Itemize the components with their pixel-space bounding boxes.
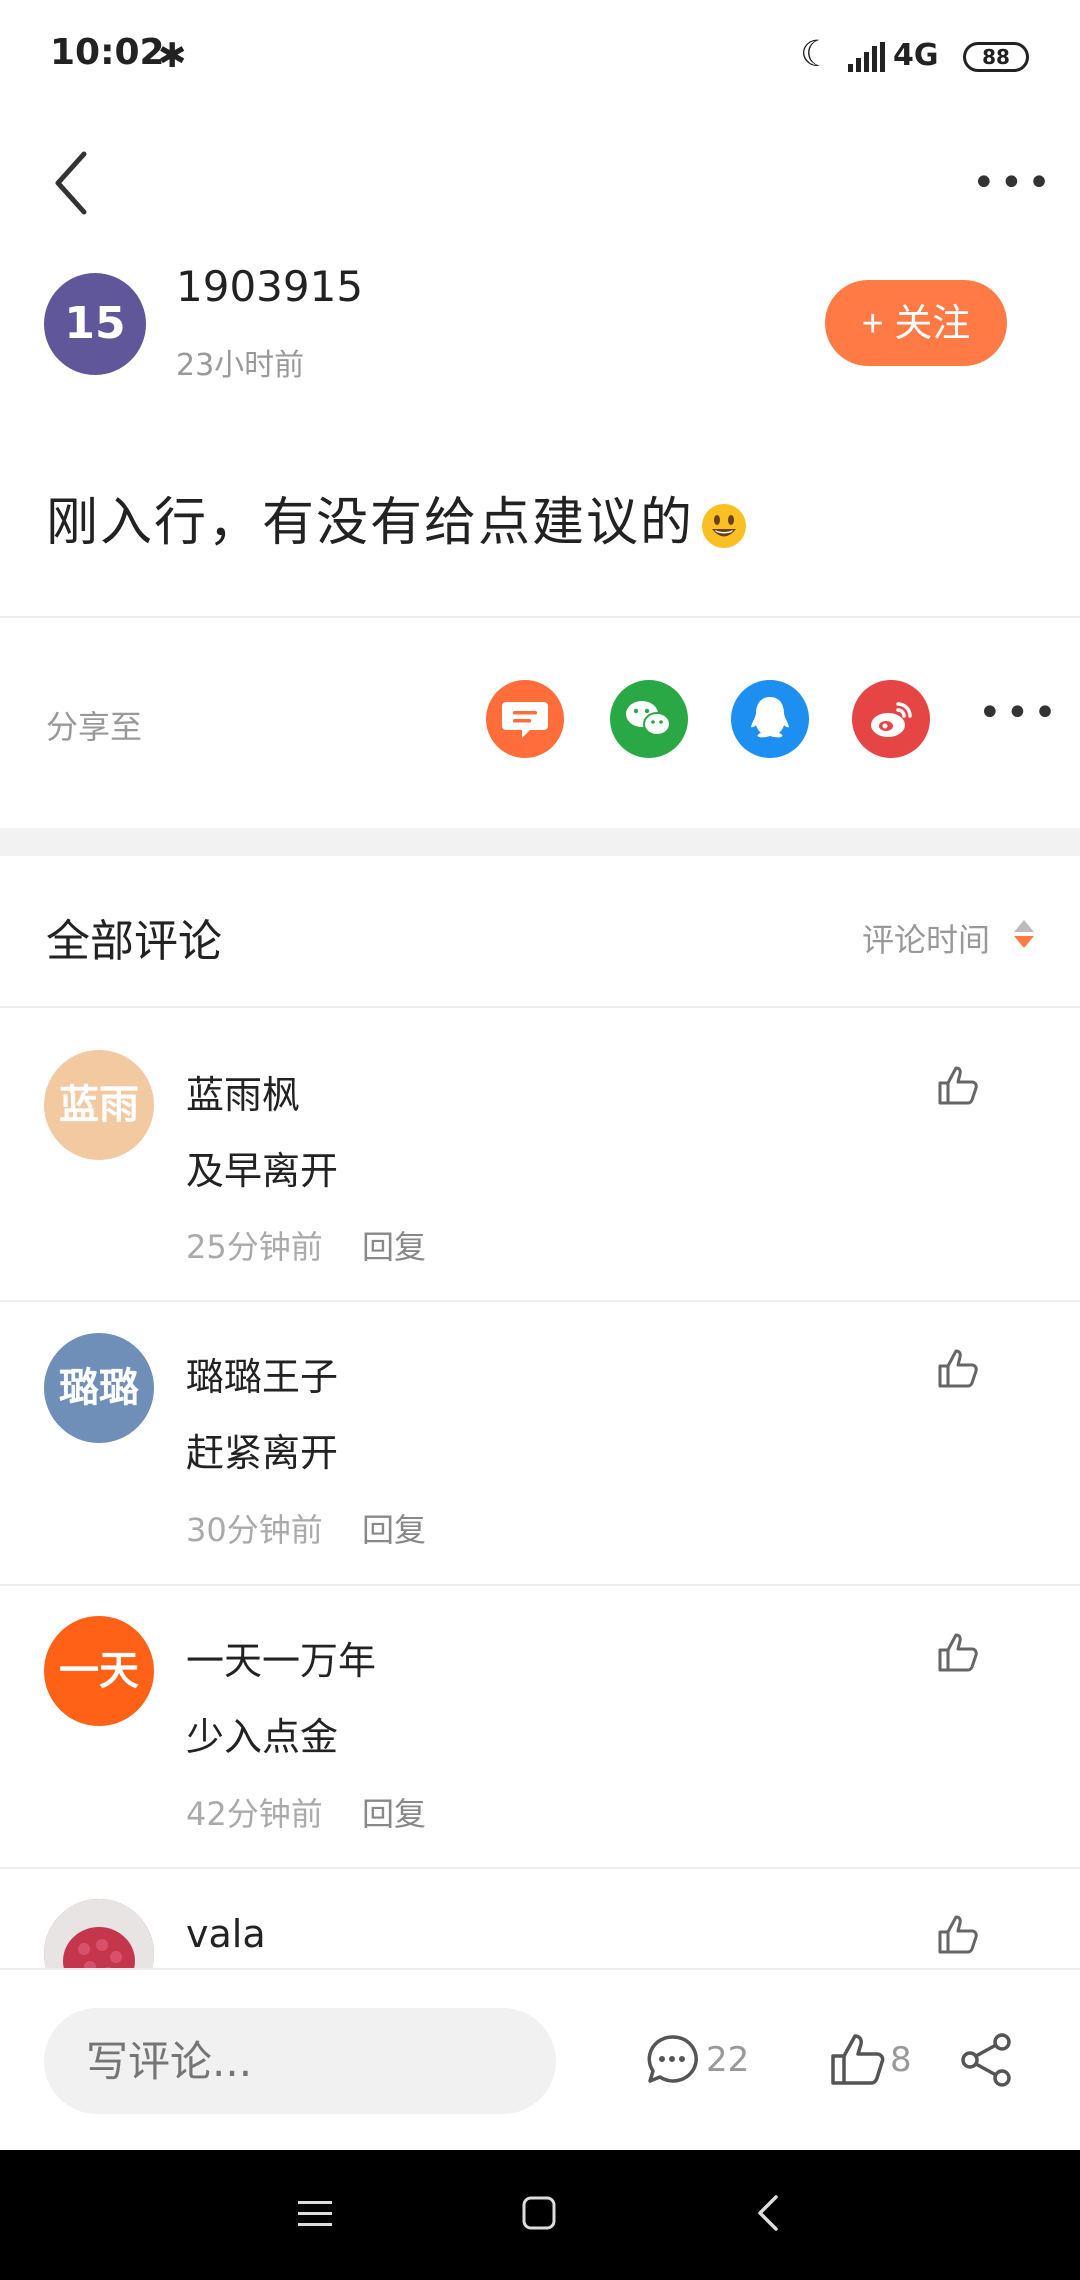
reply-button[interactable]: 回复: [362, 1505, 426, 1551]
bluetooth-icon: ✱: [158, 36, 187, 76]
reply-button[interactable]: 回复: [362, 1222, 426, 1268]
divider: [0, 1867, 1080, 1869]
home-icon[interactable]: [522, 2196, 556, 2230]
post-time: 23小时前: [176, 348, 305, 383]
comment-input[interactable]: [44, 2008, 556, 2114]
comments-title: 全部评论: [46, 916, 222, 967]
like-icon[interactable]: [936, 1912, 980, 1956]
weibo-share-icon[interactable]: [852, 680, 930, 758]
comment-author[interactable]: 一天一万年: [186, 1630, 376, 1685]
comment-text: 少入点金: [186, 1715, 339, 1759]
reply-button[interactable]: 回复: [362, 1789, 426, 1835]
comment-time: 42分钟前: [186, 1795, 323, 1833]
divider: [0, 616, 1080, 618]
comment-time: 25分钟前: [186, 1228, 323, 1266]
comment-avatar[interactable]: 蓝雨: [44, 1050, 154, 1160]
comment-bubble-icon[interactable]: [644, 2032, 700, 2088]
post-text: 刚入行，有没有给点建议的: [46, 493, 695, 553]
comment-text: 及早离开: [186, 1149, 339, 1193]
status-bar: 10:02 ✱ ☾ 4G 88: [0, 0, 1080, 115]
moon-icon: ☾: [800, 34, 833, 75]
share-label: 分享至: [46, 708, 143, 746]
comment-time: 30分钟前: [186, 1511, 323, 1549]
share-more-icon[interactable]: •••: [978, 690, 1061, 736]
like-count: 8: [890, 2040, 912, 2080]
menu-icon[interactable]: [298, 2198, 332, 2230]
battery-icon: 88: [963, 42, 1029, 72]
comment-author[interactable]: 璐璐王子: [186, 1346, 338, 1401]
comment-avatar[interactable]: 璐璐: [44, 1333, 154, 1443]
comment-text: 赶紧离开: [186, 1431, 339, 1475]
comment-author[interactable]: 蓝雨枫: [186, 1064, 300, 1119]
system-nav-bar: [0, 2150, 1080, 2280]
qq-share-icon[interactable]: [731, 680, 809, 758]
comment-avatar[interactable]: 一天: [44, 1616, 154, 1726]
like-icon[interactable]: [936, 1630, 980, 1674]
author-avatar[interactable]: 15: [44, 273, 146, 375]
sort-arrows-icon[interactable]: [1012, 918, 1036, 950]
message-share-icon[interactable]: [486, 680, 564, 758]
wechat-share-icon[interactable]: [610, 680, 688, 758]
sort-label[interactable]: 评论时间: [862, 915, 990, 961]
status-time: 10:02: [50, 32, 165, 73]
section-separator: [0, 828, 1080, 856]
signal-icon: [848, 42, 885, 72]
like-icon[interactable]: [936, 1346, 980, 1390]
author-name[interactable]: 1903915: [176, 262, 363, 311]
network-type: 4G: [893, 38, 939, 73]
divider: [0, 1584, 1080, 1586]
nav-back-icon[interactable]: [756, 2194, 780, 2232]
thumbs-up-icon[interactable]: [828, 2030, 886, 2088]
comment-count: 22: [706, 2040, 750, 2080]
share-icon[interactable]: [958, 2032, 1016, 2088]
post-content: 刚入行，有没有给点建议的: [46, 480, 747, 555]
divider: [0, 1006, 1080, 1008]
back-icon[interactable]: [52, 148, 92, 218]
more-options-icon[interactable]: •••: [972, 160, 1055, 206]
comment-author[interactable]: vala: [186, 1912, 266, 1956]
divider: [0, 1300, 1080, 1302]
smile-emoji-icon: [702, 504, 747, 548]
like-icon[interactable]: [936, 1063, 980, 1107]
follow-button[interactable]: + 关注: [825, 280, 1007, 366]
